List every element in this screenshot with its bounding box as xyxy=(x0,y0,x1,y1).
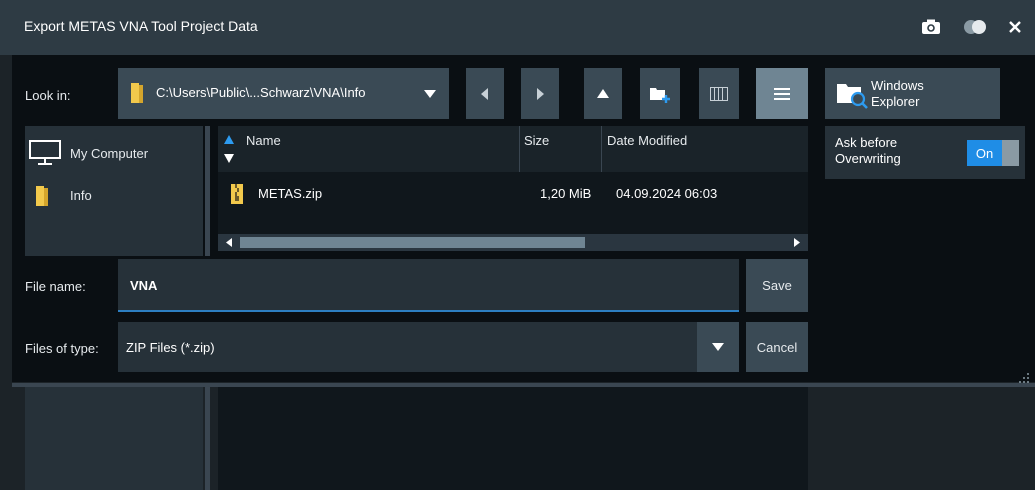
overwriting-label: Overwriting xyxy=(835,151,901,166)
windows-explorer-button[interactable]: Windows Explorer xyxy=(825,68,1000,119)
scrollbar-thumb[interactable] xyxy=(240,237,585,248)
place-label: Info xyxy=(70,188,92,203)
files-of-type-value: ZIP Files (*.zip) xyxy=(126,340,215,355)
sort-descending-icon xyxy=(224,154,234,163)
detail-view-button[interactable] xyxy=(699,68,739,119)
new-folder-button[interactable] xyxy=(640,68,680,119)
background-splitter xyxy=(205,387,210,490)
camera-icon[interactable] xyxy=(918,14,944,40)
columns-view-icon xyxy=(710,86,728,101)
file-date: 04.09.2024 06:03 xyxy=(616,186,718,201)
background-file-list xyxy=(218,387,808,490)
splitter-handle[interactable] xyxy=(205,126,210,256)
column-date-label: Date Modified xyxy=(607,133,688,148)
look-in-label: Look in: xyxy=(25,88,71,103)
windows-explorer-label-2: Explorer xyxy=(871,93,920,109)
place-item-info[interactable]: Info xyxy=(25,182,203,210)
back-button[interactable] xyxy=(466,68,504,119)
cancel-button[interactable]: Cancel xyxy=(746,322,808,372)
arrow-up-icon xyxy=(597,89,609,98)
computer-icon xyxy=(29,140,61,165)
file-name-input[interactable]: VNA xyxy=(118,259,739,312)
background-places-panel xyxy=(25,387,203,490)
files-of-type-select[interactable]: ZIP Files (*.zip) xyxy=(118,322,739,372)
column-header-name[interactable]: Name xyxy=(224,132,514,168)
zip-file-icon xyxy=(231,184,243,204)
look-in-dropdown-button[interactable] xyxy=(411,68,449,119)
file-name-value: VNA xyxy=(130,278,158,293)
folder-icon xyxy=(131,83,143,103)
new-folder-icon xyxy=(650,87,670,103)
files-of-type-dropdown-button[interactable] xyxy=(697,322,739,372)
place-item-my-computer[interactable]: My Computer xyxy=(25,140,203,168)
list-view-button[interactable] xyxy=(756,68,808,119)
overwrite-toggle-knob[interactable] xyxy=(1002,140,1019,166)
ask-before-label: Ask before xyxy=(835,135,898,150)
list-view-icon xyxy=(774,87,790,100)
places-panel: My Computer Info xyxy=(25,126,203,256)
scroll-left-icon[interactable] xyxy=(226,238,232,247)
windows-explorer-label-1: Windows xyxy=(871,77,924,93)
file-size: 1,20 MiB xyxy=(540,186,592,201)
cancel-label: Cancel xyxy=(756,339,798,355)
column-divider xyxy=(601,126,602,172)
look-in-path[interactable]: C:\Users\Public\...Schwarz\VNA\Info xyxy=(118,68,411,119)
file-name-label: File name: xyxy=(25,279,86,294)
column-size-label: Size xyxy=(524,133,550,148)
folder-icon xyxy=(36,186,48,206)
look-in-path-text: C:\Users\Public\...Schwarz\VNA\Info xyxy=(156,85,366,100)
scroll-right-icon[interactable] xyxy=(794,238,800,247)
column-header-date[interactable]: Date Modified xyxy=(607,132,797,168)
sort-ascending-icon xyxy=(224,135,234,144)
close-icon[interactable] xyxy=(1002,14,1028,40)
file-row[interactable]: METAS.zip 1,20 MiB 04.09.2024 06:03 xyxy=(218,176,808,212)
file-name: METAS.zip xyxy=(258,186,323,201)
save-button[interactable]: Save xyxy=(746,259,808,312)
file-list: Name Size Date Modified METAS.zip 1,20 M… xyxy=(218,126,808,251)
column-header-size[interactable]: Size xyxy=(524,132,596,168)
files-of-type-label: Files of type: xyxy=(25,341,99,356)
horizontal-scrollbar[interactable] xyxy=(218,234,808,251)
column-divider xyxy=(519,126,520,172)
transparency-toggle-icon[interactable] xyxy=(960,14,990,40)
dialog-title: Export METAS VNA Tool Project Data xyxy=(24,18,258,34)
overwrite-toggle[interactable]: On xyxy=(967,140,1002,166)
resize-grip-icon[interactable] xyxy=(1018,372,1030,384)
arrow-right-icon xyxy=(537,87,544,100)
up-folder-button[interactable] xyxy=(584,68,622,119)
chevron-down-icon xyxy=(712,343,724,351)
windows-explorer-icon xyxy=(837,83,868,109)
arrow-left-icon xyxy=(481,87,488,100)
column-name-label: Name xyxy=(246,133,281,148)
forward-button[interactable] xyxy=(521,68,559,119)
ask-before-overwriting-setting: Ask before Overwriting On xyxy=(825,126,1025,179)
place-label: My Computer xyxy=(70,146,149,161)
overwrite-toggle-state: On xyxy=(975,145,994,161)
chevron-down-icon xyxy=(424,89,436,98)
save-label: Save xyxy=(762,278,792,293)
